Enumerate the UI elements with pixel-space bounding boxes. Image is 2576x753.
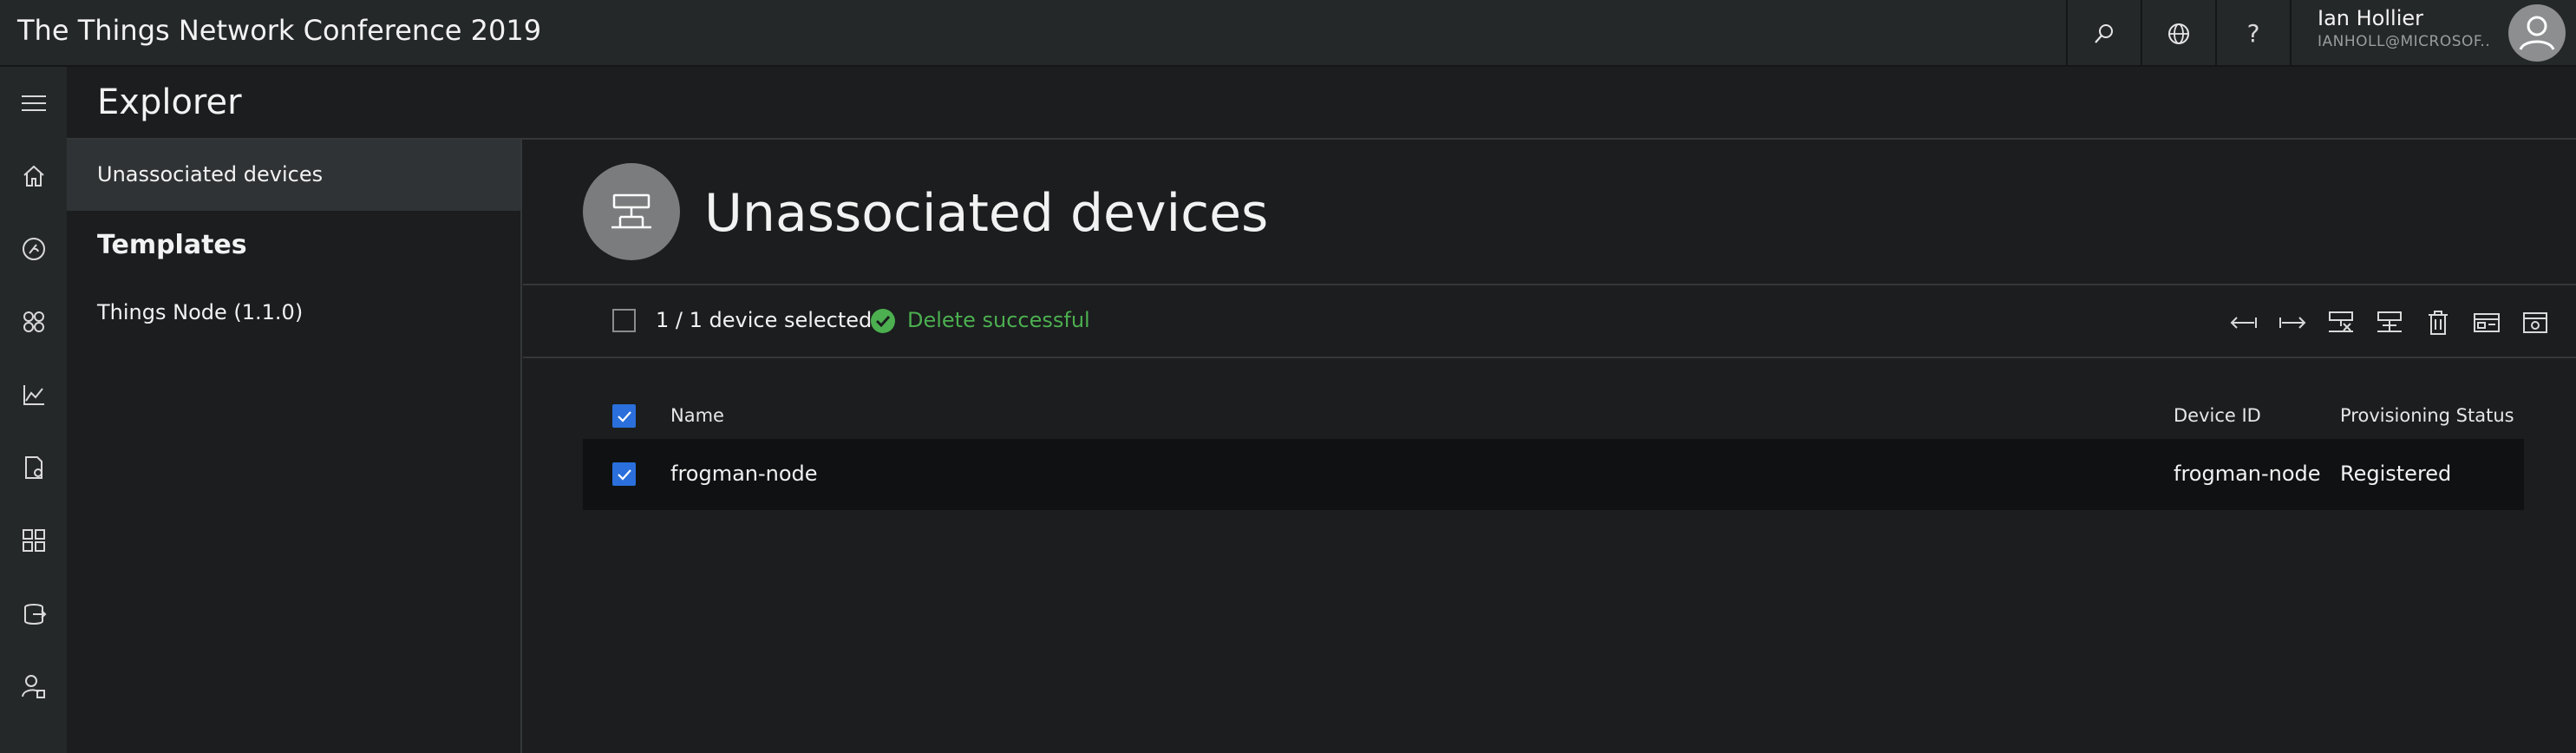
page-icon bbox=[583, 163, 680, 260]
data-export-icon bbox=[21, 600, 47, 626]
nav-item-label: Unassociated devices bbox=[97, 162, 324, 187]
rail-menu[interactable] bbox=[0, 77, 67, 129]
rail-data-export[interactable] bbox=[0, 587, 67, 639]
migrate-right-icon bbox=[2279, 314, 2306, 331]
rail-templates[interactable] bbox=[0, 514, 67, 566]
device-icon bbox=[611, 193, 651, 229]
status-message: Delete successful bbox=[907, 308, 1090, 332]
block-device-icon bbox=[2327, 311, 2355, 335]
success-check-icon bbox=[870, 308, 896, 334]
rail-home[interactable] bbox=[0, 150, 67, 202]
rail-device-groups[interactable] bbox=[0, 296, 67, 348]
help-icon: ? bbox=[2246, 19, 2260, 48]
table-row[interactable]: frogman-node frogman-node Registered bbox=[583, 439, 2524, 510]
home-icon bbox=[21, 163, 47, 189]
settings-button[interactable] bbox=[2520, 308, 2550, 337]
analytics-icon bbox=[21, 382, 47, 408]
templates-heading: Templates bbox=[97, 230, 247, 260]
administration-icon bbox=[21, 673, 47, 699]
selected-count: 1 / 1 device selected bbox=[656, 308, 873, 332]
top-bar: The Things Network Conference 2019 ? Ian… bbox=[0, 0, 2576, 67]
search-icon bbox=[2092, 22, 2116, 46]
rail-administration[interactable] bbox=[0, 660, 67, 712]
column-header-name[interactable]: Name bbox=[670, 405, 724, 426]
toolbar: 1 / 1 device selected Delete successful bbox=[523, 285, 2576, 358]
nav-item-things-node[interactable]: Things Node (1.1.0) bbox=[67, 278, 520, 324]
language-button[interactable] bbox=[2141, 0, 2215, 67]
topbar-actions: ? Ian Hollier IANHOLL@MICROSOF... bbox=[2066, 0, 2576, 67]
cell-name[interactable]: frogman-node bbox=[670, 462, 818, 486]
cell-device-id: frogman-node bbox=[2174, 462, 2321, 486]
avatar[interactable] bbox=[2508, 4, 2566, 62]
select-all-checkbox[interactable] bbox=[612, 309, 636, 332]
trash-icon bbox=[2427, 310, 2449, 336]
user-avatar-icon bbox=[2510, 6, 2564, 60]
connect-button[interactable] bbox=[2472, 308, 2501, 337]
globe-icon bbox=[2167, 22, 2191, 46]
migrate-left-button[interactable] bbox=[2229, 308, 2259, 337]
jobs-icon bbox=[21, 455, 47, 481]
user-email: IANHOLL@MICROSOF... bbox=[2318, 33, 2491, 50]
help-button[interactable]: ? bbox=[2215, 0, 2290, 67]
unblock-device-icon bbox=[2376, 311, 2403, 335]
left-rail bbox=[0, 67, 67, 753]
table-header: Name Device ID Provisioning Status bbox=[583, 394, 2524, 439]
templates-icon bbox=[21, 527, 47, 553]
menu-icon bbox=[20, 93, 48, 114]
nav-item-unassociated-devices[interactable]: Unassociated devices bbox=[67, 140, 520, 211]
toolbar-actions bbox=[2229, 308, 2550, 337]
rail-dashboard[interactable] bbox=[0, 223, 67, 275]
page-header: Unassociated devices bbox=[523, 140, 2576, 285]
checkmark-icon bbox=[617, 468, 631, 481]
column-header-device-id[interactable]: Device ID bbox=[2174, 405, 2261, 426]
checkmark-icon bbox=[617, 410, 631, 422]
explorer-title: Explorer bbox=[97, 82, 242, 122]
header-checkbox[interactable] bbox=[612, 404, 636, 428]
app-title: The Things Network Conference 2019 bbox=[17, 14, 542, 47]
main-content: Unassociated devices 1 / 1 device select… bbox=[523, 140, 2576, 753]
devices-table: Name Device ID Provisioning Status frogm… bbox=[583, 394, 2524, 510]
user-name: Ian Hollier bbox=[2318, 6, 2423, 30]
delete-button[interactable] bbox=[2423, 308, 2453, 337]
search-button[interactable] bbox=[2066, 0, 2141, 67]
nav-item-label: Things Node (1.1.0) bbox=[97, 300, 304, 324]
column-header-provisioning-status[interactable]: Provisioning Status bbox=[2340, 405, 2514, 426]
row-checkbox[interactable] bbox=[612, 462, 636, 486]
device-groups-icon bbox=[21, 309, 47, 335]
rail-jobs[interactable] bbox=[0, 442, 67, 494]
connect-icon bbox=[2473, 311, 2501, 334]
user-menu[interactable]: Ian Hollier IANHOLL@MICROSOF... bbox=[2290, 0, 2576, 67]
settings-icon bbox=[2522, 311, 2548, 335]
cell-provisioning-status: Registered bbox=[2340, 462, 2452, 486]
page-title: Unassociated devices bbox=[704, 183, 1269, 244]
dashboard-icon bbox=[21, 236, 47, 262]
migrate-right-button[interactable] bbox=[2278, 308, 2307, 337]
unblock-device-button[interactable] bbox=[2375, 308, 2404, 337]
explorer-nav: Unassociated devices Templates Things No… bbox=[67, 140, 522, 753]
block-device-button[interactable] bbox=[2326, 308, 2356, 337]
explorer-header: Explorer bbox=[67, 67, 2576, 140]
rail-analytics[interactable] bbox=[0, 369, 67, 421]
migrate-left-icon bbox=[2230, 314, 2258, 331]
